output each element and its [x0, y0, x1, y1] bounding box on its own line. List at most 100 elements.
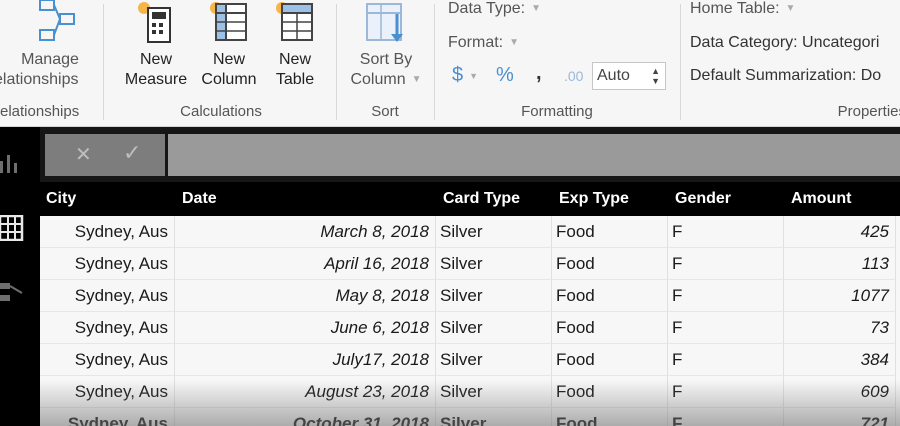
new-table-icon [276, 2, 313, 41]
cell-exp-type[interactable]: Food [552, 216, 668, 248]
cell-city[interactable]: Sydney, Aus [40, 216, 175, 248]
cell-amount[interactable]: 425 [784, 216, 896, 248]
sort-by-column-button[interactable]: Sort By Column ▼ [346, 0, 426, 90]
data-category-dropdown[interactable]: Data Category: Uncategori [690, 34, 879, 52]
cell-amount[interactable]: 1077 [784, 280, 896, 312]
cell-amount[interactable]: 609 [784, 376, 896, 408]
cell-date[interactable]: March 8, 2018 [175, 216, 436, 248]
new-measure-label-2: Measure [124, 71, 188, 88]
new-column-icon [210, 2, 247, 41]
table-row[interactable]: Sydney, Aus August 23, 2018 Silver Food … [40, 376, 900, 408]
cell-exp-type[interactable]: Food [552, 280, 668, 312]
relationships-icon [39, 0, 75, 41]
cell-card-type[interactable]: Silver [436, 280, 552, 312]
cell-exp-type[interactable]: Food [552, 408, 668, 426]
table-row[interactable]: Sydney, Aus June 6, 2018 Silver Food F 7… [40, 312, 900, 344]
new-column-label-1: New [212, 51, 245, 68]
column-header-amount[interactable]: Amount [791, 190, 851, 208]
formula-actions: ✕ ✓ [45, 134, 165, 176]
cell-city[interactable]: Sydney, Aus [40, 248, 175, 280]
cell-exp-type[interactable]: Food [552, 376, 668, 408]
cell-amount[interactable]: 384 [784, 344, 896, 376]
cell-gender[interactable]: F [668, 248, 784, 280]
sort-group-label: Sort [371, 103, 399, 120]
format-label: Format: [448, 34, 504, 51]
cell-amount[interactable]: 113 [784, 248, 896, 280]
data-type-label: Data Type: [448, 0, 526, 17]
cell-date[interactable]: October 31, 2018 [175, 408, 436, 426]
format-dropdown[interactable]: Format: ▼ [448, 34, 519, 52]
cell-card-type[interactable]: Silver [436, 216, 552, 248]
table-row[interactable]: Sydney, Aus July17, 2018 Silver Food F 3… [40, 344, 900, 376]
new-column-label-2: Column [201, 71, 257, 88]
table-row[interactable]: Sydney, Aus April 16, 2018 Silver Food F… [40, 248, 900, 280]
column-header-city[interactable]: City [46, 190, 76, 208]
cell-card-type[interactable]: Silver [436, 408, 552, 426]
decimal-places-stepper[interactable]: Auto ▲ ▼ [592, 62, 666, 90]
ribbon-separator [336, 4, 337, 120]
cell-date[interactable]: June 6, 2018 [175, 312, 436, 344]
decimal-places-value: Auto [597, 67, 630, 84]
relationships-group-label: elationships [0, 103, 80, 120]
cell-city[interactable]: Sydney, Aus [40, 280, 175, 312]
table-row[interactable]: Sydney, Aus May 8, 2018 Silver Food F 10… [40, 280, 900, 312]
data-view-icon[interactable] [0, 215, 24, 241]
cell-card-type[interactable]: Silver [436, 248, 552, 280]
column-header-card-type[interactable]: Card Type [443, 190, 520, 208]
sort-column-icon [366, 3, 403, 42]
column-header-date[interactable]: Date [182, 190, 217, 208]
cell-card-type[interactable]: Silver [436, 312, 552, 344]
cell-amount[interactable]: 721 [784, 408, 896, 426]
percent-format-button[interactable]: % [496, 64, 514, 87]
sort-group: Sort By Column ▼ Sort [338, 0, 432, 126]
stepper-arrows-icon[interactable]: ▲ ▼ [651, 66, 660, 86]
commit-icon[interactable]: ✓ [123, 140, 141, 166]
new-table-button[interactable]: New Table [264, 0, 326, 90]
cell-city[interactable]: Sydney, Aus [40, 344, 175, 376]
cell-city[interactable]: Sydney, Aus [40, 376, 175, 408]
cell-date[interactable]: May 8, 2018 [175, 280, 436, 312]
cell-date[interactable]: April 16, 2018 [175, 248, 436, 280]
cancel-icon[interactable]: ✕ [75, 142, 92, 167]
cell-exp-type[interactable]: Food [552, 344, 668, 376]
cell-amount[interactable]: 73 [784, 312, 896, 344]
decimal-places-button[interactable]: .00 [564, 68, 583, 84]
model-view-icon[interactable] [0, 281, 24, 305]
manage-relationships-button[interactable]: Manage elationships [0, 0, 100, 90]
cell-gender[interactable]: F [668, 344, 784, 376]
cell-gender[interactable]: F [668, 408, 784, 426]
home-table-dropdown[interactable]: Home Table: ▼ [690, 0, 795, 18]
cell-card-type[interactable]: Silver [436, 376, 552, 408]
manage-label-line1: Manage [21, 51, 79, 68]
currency-icon: $ [452, 64, 464, 86]
cell-gender[interactable]: F [668, 216, 784, 248]
cell-date[interactable]: July17, 2018 [175, 344, 436, 376]
ribbon-separator [103, 4, 104, 120]
cell-card-type[interactable]: Silver [436, 344, 552, 376]
data-type-dropdown[interactable]: Data Type: ▼ [448, 0, 541, 18]
chevron-down-icon: ▼ [411, 74, 422, 85]
cell-date[interactable]: August 23, 2018 [175, 376, 436, 408]
new-measure-button[interactable]: New Measure [118, 0, 194, 90]
cell-gender[interactable]: F [668, 312, 784, 344]
cell-city[interactable]: Sydney, Aus [40, 408, 175, 426]
table-row[interactable]: Sydney, Aus March 8, 2018 Silver Food F … [40, 216, 900, 248]
thousands-separator-button[interactable]: , [536, 62, 542, 85]
cell-exp-type[interactable]: Food [552, 248, 668, 280]
column-header-gender[interactable]: Gender [675, 190, 731, 208]
cell-gender[interactable]: F [668, 280, 784, 312]
column-header-exp-type[interactable]: Exp Type [559, 190, 629, 208]
new-column-button[interactable]: New Column [196, 0, 262, 90]
table-header: City Date Card Type Exp Type Gender Amou… [40, 182, 900, 216]
default-summarization-dropdown[interactable]: Default Summarization: Do [690, 67, 881, 85]
home-table-label: Home Table: [690, 0, 780, 17]
properties-group-label: Properties [837, 103, 900, 120]
currency-format-button[interactable]: $ ▼ [452, 64, 478, 87]
table-row[interactable]: Sydney, Aus October 31, 2018 Silver Food… [40, 408, 900, 426]
cell-exp-type[interactable]: Food [552, 312, 668, 344]
cell-gender[interactable]: F [668, 376, 784, 408]
ribbon: Manage elationships elationships New Mea… [0, 0, 900, 127]
formula-input[interactable] [168, 134, 900, 176]
cell-city[interactable]: Sydney, Aus [40, 312, 175, 344]
report-view-icon[interactable] [0, 151, 24, 175]
